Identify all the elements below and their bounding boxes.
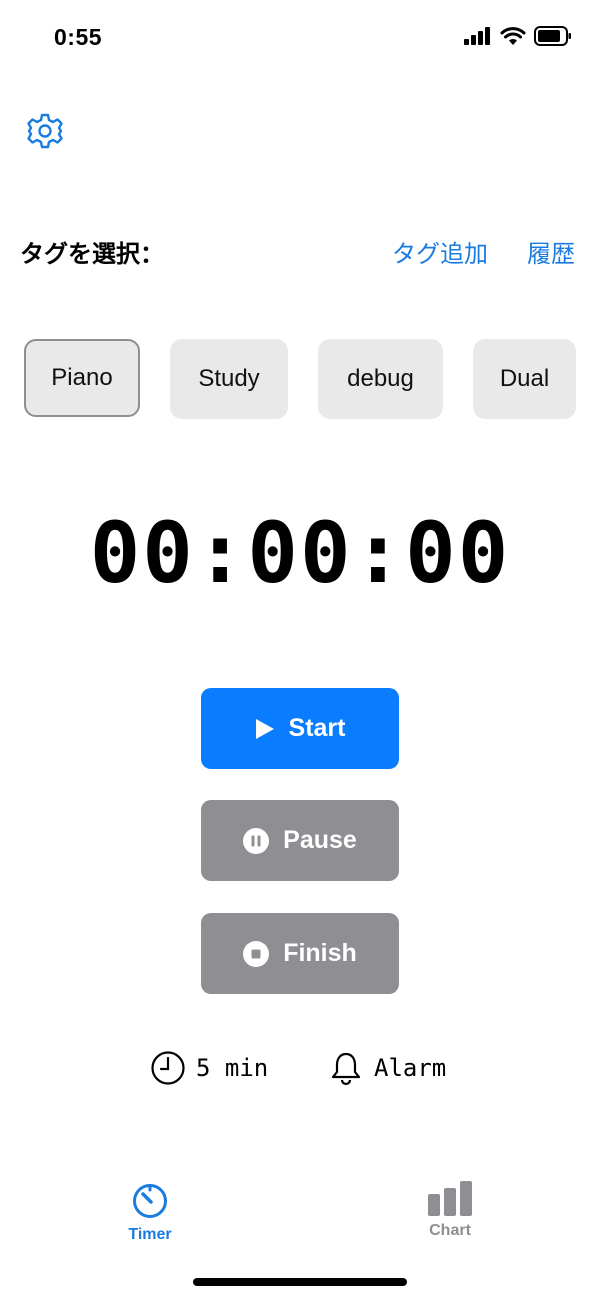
tag-dual[interactable]: Dual	[473, 339, 576, 419]
pause-circle-icon	[243, 827, 270, 854]
status-time: 0:55	[54, 24, 103, 50]
timer-display: 00:00:00	[89, 504, 511, 602]
settings-button[interactable]	[26, 112, 64, 150]
start-button[interactable]: Start	[201, 688, 399, 769]
start-button-label: Start	[288, 714, 346, 742]
pause-button-label: Pause	[283, 826, 357, 854]
gear-icon	[27, 113, 63, 149]
status-icons	[464, 26, 572, 46]
wifi-icon	[500, 26, 526, 45]
add-tag-link[interactable]: タグ追加	[392, 234, 488, 269]
tab-chart[interactable]: Chart	[390, 1180, 510, 1240]
tag-piano[interactable]: Piano	[24, 339, 140, 417]
interval-label: 5 min	[196, 1054, 269, 1082]
tag-select-label: タグを選択：	[20, 240, 164, 268]
cellular-signal-icon	[464, 27, 490, 45]
play-icon	[255, 718, 274, 739]
battery-icon	[534, 26, 571, 46]
bar-chart-icon	[428, 1181, 472, 1216]
timer-icon	[133, 1184, 167, 1218]
tab-timer-label: Timer	[128, 1226, 172, 1243]
bell-icon	[331, 1052, 361, 1086]
tag-list: Piano Study debug Dual	[24, 339, 576, 421]
alarm-setting[interactable]: Alarm	[328, 1050, 446, 1086]
interval-setting[interactable]: 5 min	[150, 1050, 268, 1086]
history-link[interactable]: 履歴	[527, 234, 575, 269]
alarm-label: Alarm	[374, 1054, 447, 1082]
home-indicator	[193, 1278, 407, 1286]
tag-study[interactable]: Study	[170, 339, 288, 419]
tab-timer[interactable]: Timer	[90, 1180, 210, 1244]
clock-icon	[151, 1051, 185, 1085]
pause-button[interactable]: Pause	[201, 800, 399, 881]
stop-circle-icon	[243, 940, 270, 967]
tag-debug[interactable]: debug	[318, 339, 443, 419]
finish-button-label: Finish	[283, 939, 357, 967]
finish-button[interactable]: Finish	[201, 913, 399, 994]
tab-chart-label: Chart	[429, 1222, 471, 1239]
